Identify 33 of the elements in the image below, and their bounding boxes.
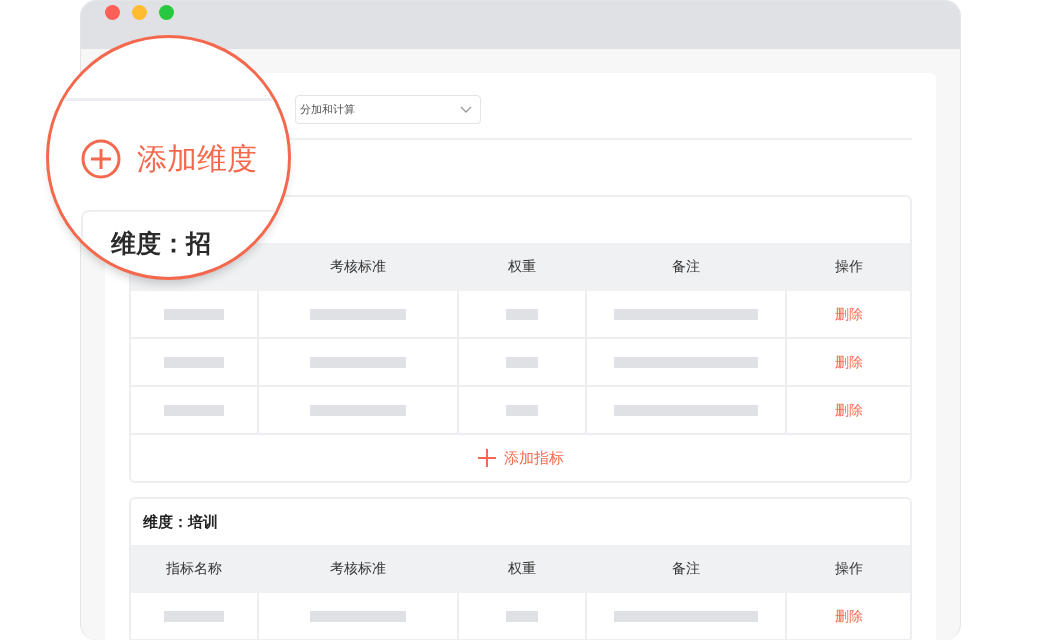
add-indicator-button[interactable]: 添加指标	[131, 435, 910, 481]
placeholder-bar	[164, 356, 224, 368]
delete-link[interactable]: 删除	[834, 399, 863, 421]
plus-circle-icon	[81, 138, 121, 179]
column-header: 备注	[587, 545, 787, 593]
add-dimension-button[interactable]: 添加维度	[81, 136, 257, 181]
placeholder-bar	[506, 404, 538, 416]
delete-link[interactable]: 删除	[834, 605, 863, 627]
column-header: 指标名称	[131, 545, 259, 593]
placeholder-bar	[506, 308, 538, 320]
delete-link[interactable]: 删除	[834, 303, 863, 325]
column-header: 考核标准	[259, 243, 459, 291]
dimension-title: 维度：培训	[143, 511, 218, 532]
column-header: 操作	[787, 243, 910, 291]
column-header: 操作	[787, 545, 910, 593]
select-value: 分加和计算	[300, 102, 355, 118]
placeholder-bar	[506, 356, 538, 368]
delete-link[interactable]: 删除	[834, 351, 863, 373]
placeholder-bar	[164, 610, 224, 622]
chevron-down-icon	[460, 105, 472, 114]
placeholder-bar	[164, 308, 224, 320]
column-header: 权重	[459, 243, 587, 291]
window-button[interactable]	[159, 5, 174, 20]
plus-icon	[477, 449, 496, 467]
window-button[interactable]	[132, 5, 147, 20]
placeholder-bar	[164, 404, 224, 416]
window-button[interactable]	[105, 5, 120, 20]
placeholder-bar	[506, 610, 538, 622]
column-header: 备注	[587, 243, 787, 291]
dimension-title: 维度：招	[111, 230, 211, 258]
column-header: 权重	[459, 545, 587, 593]
column-header: 考核标准	[259, 545, 459, 593]
calc-select[interactable]: 分加和计算	[295, 95, 481, 124]
